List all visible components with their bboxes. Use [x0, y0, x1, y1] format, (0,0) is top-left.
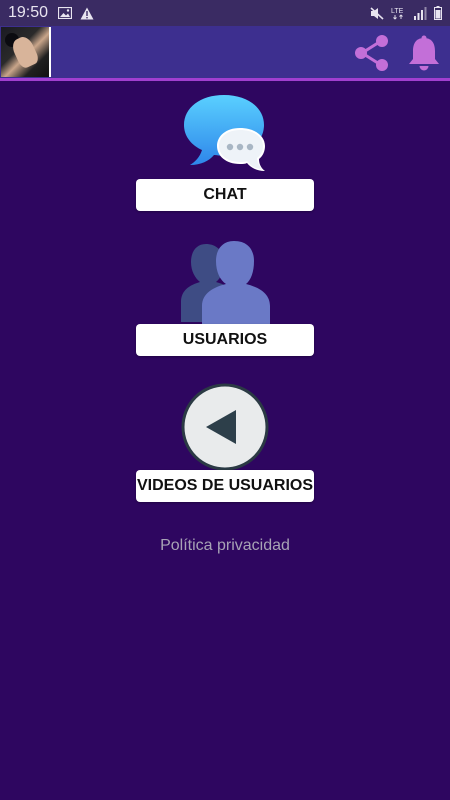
app-bar	[0, 26, 450, 81]
warning-icon	[80, 7, 94, 19]
videos-usuarios-button[interactable]: VIDEOS DE USUARIOS	[136, 470, 314, 502]
svg-text:LTE: LTE	[391, 8, 404, 15]
play-back-icon[interactable]	[181, 383, 269, 471]
status-system-icons: LTE	[370, 6, 442, 20]
status-bar: 19:50 LTE	[0, 0, 450, 26]
privacy-policy-link[interactable]: Política privacidad	[0, 537, 450, 555]
avatar[interactable]	[1, 27, 51, 77]
image-icon	[58, 7, 73, 19]
chat-button[interactable]: CHAT	[136, 179, 314, 211]
bell-icon[interactable]	[404, 33, 444, 73]
mute-icon	[370, 6, 384, 20]
status-notification-icons	[58, 7, 94, 20]
signal-icon	[414, 6, 427, 20]
lte-icon: LTE	[391, 8, 404, 20]
battery-icon	[434, 6, 442, 20]
status-time: 19:50	[8, 4, 49, 21]
share-icon[interactable]	[352, 33, 392, 73]
chat-bubbles-icon[interactable]	[182, 93, 268, 173]
users-icon[interactable]	[178, 240, 272, 324]
usuarios-button[interactable]: USUARIOS	[136, 324, 314, 356]
